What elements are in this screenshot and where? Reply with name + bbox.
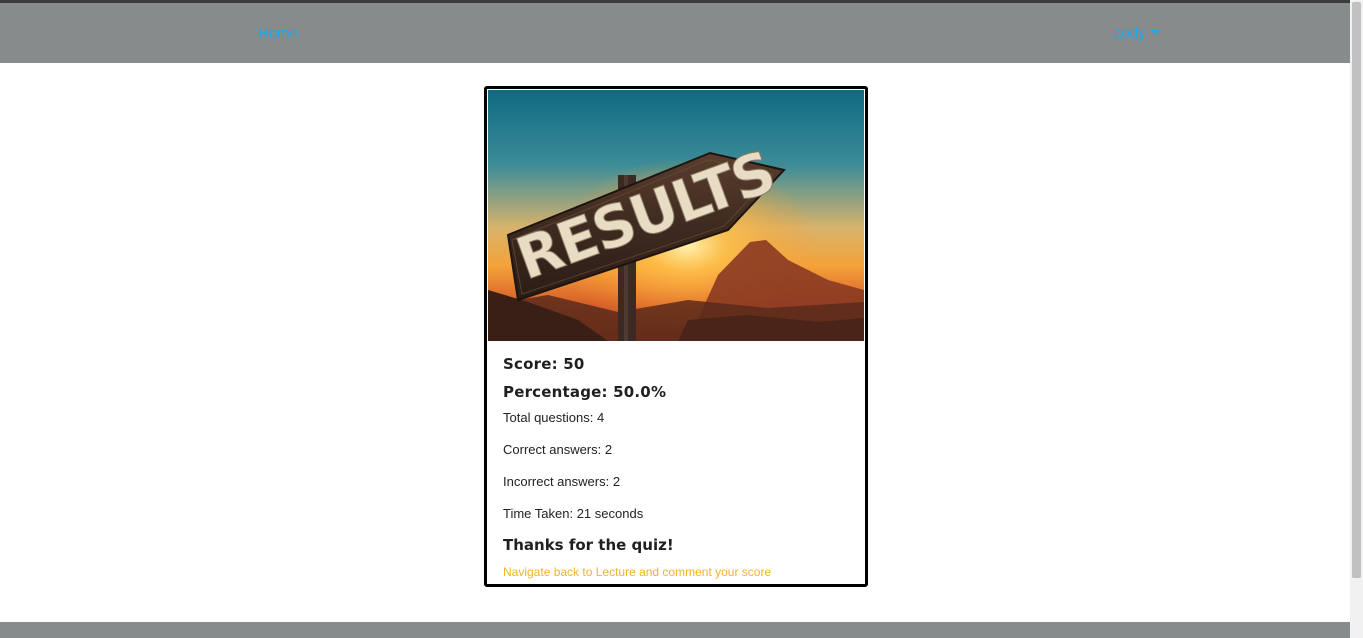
nav-home-link[interactable]: Home	[258, 25, 298, 42]
results-card: RESULTS Score: 50 Percentage: 50.0% Tota…	[484, 86, 868, 587]
incorrect-answers: Incorrect answers: 2	[503, 474, 621, 489]
time-taken: Time Taken: 21 seconds	[503, 506, 644, 521]
page-scrollbar[interactable]	[1350, 0, 1363, 638]
user-menu-dropdown[interactable]: cody	[1114, 25, 1159, 42]
percentage-heading: Percentage: 50.0%	[503, 383, 667, 401]
thanks-heading: Thanks for the quiz!	[503, 536, 674, 554]
total-questions: Total questions: 4	[503, 410, 605, 425]
navbar: Home cody	[0, 3, 1350, 63]
back-to-lecture-link[interactable]: Navigate back to Lecture and comment you…	[503, 565, 771, 579]
footer	[0, 622, 1350, 638]
caret-down-icon	[1150, 30, 1159, 35]
score-heading: Score: 50	[503, 355, 585, 373]
user-menu-label: cody	[1114, 25, 1146, 42]
results-sign-image: RESULTS	[488, 90, 864, 341]
correct-answers: Correct answers: 2	[503, 442, 613, 457]
scrollbar-thumb[interactable]	[1352, 2, 1361, 578]
results-body: Score: 50 Percentage: 50.0% Total questi…	[503, 355, 853, 581]
